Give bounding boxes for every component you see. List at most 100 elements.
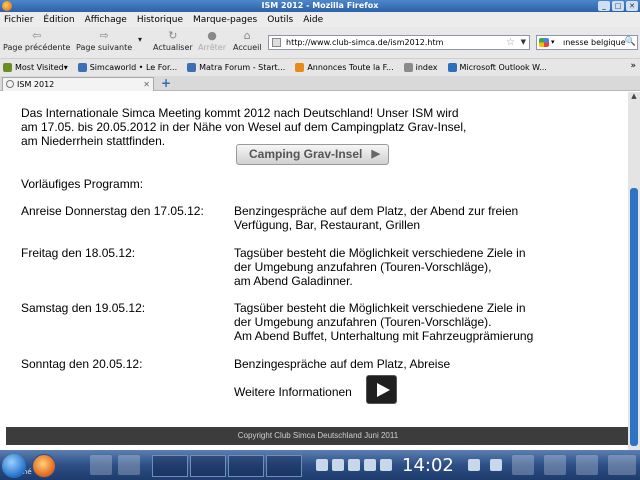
tray-icon[interactable] bbox=[380, 459, 392, 471]
bookmarks-toolbar: Most Visited▾ Simcaworld • Le For... Mat… bbox=[0, 58, 640, 76]
forward-button[interactable]: ⇨ Page suivante bbox=[76, 29, 133, 53]
back-button[interactable]: ⇦ Page précédente bbox=[3, 29, 70, 53]
camping-button-label: Camping Grav-Insel bbox=[249, 147, 363, 161]
bookmark-most-visited[interactable]: Most Visited▾ bbox=[3, 63, 68, 72]
url-dropdown-icon[interactable]: ▼ bbox=[521, 36, 526, 49]
bookmark-site-icon bbox=[77, 63, 87, 72]
more-info-play-button[interactable] bbox=[366, 375, 397, 404]
site-identity-icon bbox=[272, 38, 281, 47]
taskbar-app-icon[interactable] bbox=[608, 455, 636, 475]
menu-view[interactable]: Affichage bbox=[85, 15, 127, 25]
intro-line: am 17.05. bis 20.05.2012 in der Nähe von… bbox=[21, 120, 467, 134]
program-desc-line: Verfügung, Bar, Restaurant, Grillen bbox=[234, 218, 421, 232]
program-desc-saturday: Tagsüber besteht die Möglichkeit verschi… bbox=[234, 301, 564, 343]
firefox-taskbar-icon[interactable] bbox=[32, 454, 56, 478]
menu-bookmarks[interactable]: Marque-pages bbox=[193, 15, 257, 25]
window-title: ISM 2012 - Mozilla Firefox bbox=[261, 1, 379, 10]
tray-icon[interactable] bbox=[348, 459, 360, 471]
bookmark-label: Annonces Toute la F... bbox=[307, 63, 394, 72]
program-desc-line: der Umgebung anzufahren (Touren-Vorschlä… bbox=[234, 260, 492, 274]
play-arrow-icon: ▶ bbox=[371, 148, 380, 160]
bookmark-outlook[interactable]: Microsoft Outlook W... bbox=[447, 63, 547, 72]
bookmark-matra-forum[interactable]: Matra Forum - Start... bbox=[187, 63, 285, 72]
tray-icon[interactable] bbox=[364, 459, 376, 471]
program-desc-sunday: Benzingespräche auf dem Platz, Abreise bbox=[234, 357, 564, 371]
tab-favicon-icon bbox=[6, 80, 14, 88]
home-button[interactable]: ⌂ Accueil bbox=[233, 30, 262, 53]
desktop-pager-2[interactable] bbox=[190, 455, 226, 477]
more-info-label: Weitere Informationen bbox=[234, 385, 352, 399]
menu-file[interactable]: Fichier bbox=[4, 15, 33, 25]
taskbar-app-icon[interactable] bbox=[576, 455, 598, 475]
taskbar-clock[interactable]: 14:02 bbox=[402, 455, 454, 476]
forward-arrow-icon: ⇨ bbox=[99, 29, 109, 42]
page-footer: Copyright Club Simca Deutschland Juni 20… bbox=[6, 427, 628, 445]
program-desc-friday: Tagsüber besteht die Möglichkeit verschi… bbox=[234, 246, 564, 288]
desktop-pager-1[interactable] bbox=[152, 455, 188, 477]
bookmark-label: Matra Forum - Start... bbox=[199, 63, 286, 72]
desktop-pager-4[interactable] bbox=[266, 455, 302, 477]
search-engine-icon[interactable] bbox=[539, 38, 549, 47]
program-desc-line: Tagsüber besteht die Möglichkeit verschi… bbox=[234, 246, 526, 260]
tray-icon[interactable] bbox=[316, 459, 328, 471]
url-text: http://www.club-simca.de/ism2012.htm bbox=[286, 38, 444, 47]
bookmark-site-icon bbox=[403, 63, 413, 72]
bookmarks-overflow-icon[interactable]: » bbox=[630, 61, 636, 71]
maximize-icon[interactable]: □ bbox=[612, 1, 624, 11]
bookmark-simcaworld[interactable]: Simcaworld • Le For... bbox=[77, 63, 177, 72]
intro-text: Das Internationale Simca Meeting kommt 2… bbox=[21, 106, 521, 148]
page-content: Das Internationale Simca Meeting kommt 2… bbox=[0, 92, 628, 454]
bookmark-site-icon bbox=[295, 63, 305, 72]
tray-icon[interactable] bbox=[490, 459, 502, 471]
menu-bar: Fichier Édition Affichage Historique Mar… bbox=[0, 12, 640, 27]
start-menu-icon[interactable] bbox=[2, 454, 26, 478]
forward-button-label: Page suivante bbox=[76, 43, 133, 52]
intro-line: Das Internationale Simca Meeting kommt 2… bbox=[21, 106, 459, 120]
menu-edit[interactable]: Édition bbox=[43, 15, 74, 25]
bookmark-folder-icon bbox=[3, 63, 12, 72]
menu-help[interactable]: Aide bbox=[303, 15, 323, 25]
url-bar[interactable]: http://www.club-simca.de/ism2012.htm ☆ ▼ bbox=[268, 35, 530, 50]
program-desc-line: Am Abend Buffet, Unterhaltung mit Fahrze… bbox=[234, 329, 534, 343]
window-titlebar[interactable]: ISM 2012 - Mozilla Firefox _ □ ✕ bbox=[0, 0, 640, 12]
bookmark-label: Most Visited▾ bbox=[15, 63, 68, 72]
taskbar-app-icon[interactable] bbox=[118, 455, 140, 475]
desktop-pager-3[interactable] bbox=[228, 455, 264, 477]
tray-icon[interactable] bbox=[468, 459, 480, 471]
reload-button[interactable]: ↻ Actualiser bbox=[153, 30, 193, 53]
tray-icon[interactable] bbox=[332, 459, 344, 471]
bookmark-annonces[interactable]: Annonces Toute la F... bbox=[295, 63, 394, 72]
home-button-label: Accueil bbox=[233, 43, 262, 52]
menu-history[interactable]: Historique bbox=[137, 15, 183, 25]
scroll-up-icon[interactable]: ▲ bbox=[628, 92, 640, 102]
close-icon[interactable]: ✕ bbox=[626, 1, 638, 11]
new-tab-icon[interactable]: + bbox=[161, 76, 171, 91]
scrollbar-thumb[interactable] bbox=[630, 188, 638, 446]
taskbar-app-icon[interactable] bbox=[90, 455, 112, 475]
bookmark-index[interactable]: index bbox=[403, 63, 438, 72]
tab-ism-2012[interactable]: ISM 2012 ✕ bbox=[2, 77, 154, 91]
search-value: ınesse belgique bbox=[563, 38, 626, 47]
reload-button-label: Actualiser bbox=[153, 43, 193, 52]
search-input[interactable]: ▾ ınesse belgique 🔍 bbox=[536, 35, 638, 50]
page-scrollbar[interactable]: ▲ bbox=[628, 92, 640, 454]
play-icon bbox=[377, 383, 390, 397]
back-arrow-icon: ⇦ bbox=[32, 29, 42, 42]
stop-button[interactable]: ● Arrêter bbox=[198, 30, 226, 53]
search-engine-dropdown-icon[interactable]: ▾ bbox=[551, 36, 555, 49]
bookmark-star-icon[interactable]: ☆ bbox=[506, 36, 515, 49]
camping-grav-insel-button[interactable]: Camping Grav-Insel ▶ bbox=[236, 144, 389, 165]
program-desc-line: der Umgebung anzufahren (Touren-Vorschlä… bbox=[234, 315, 492, 329]
program-day-saturday: Samstag den 19.05.12: bbox=[21, 301, 146, 315]
search-icon[interactable]: 🔍 bbox=[624, 36, 636, 49]
program-day-thursday: Anreise Donnerstag den 17.05.12: bbox=[21, 204, 204, 218]
taskbar-app-icon[interactable] bbox=[512, 455, 534, 475]
minimize-icon[interactable]: _ bbox=[598, 1, 610, 11]
program-desc-line: Tagsüber besteht die Möglichkeit verschi… bbox=[234, 301, 526, 315]
menu-tools[interactable]: Outils bbox=[267, 15, 293, 25]
bookmark-site-icon bbox=[187, 63, 197, 72]
program-desc-thursday: Benzingespräche auf dem Platz, der Abend… bbox=[234, 204, 564, 232]
tab-close-icon[interactable]: ✕ bbox=[143, 78, 150, 91]
history-dropdown[interactable]: ▾ bbox=[138, 35, 142, 44]
taskbar-app-icon[interactable] bbox=[544, 455, 566, 475]
